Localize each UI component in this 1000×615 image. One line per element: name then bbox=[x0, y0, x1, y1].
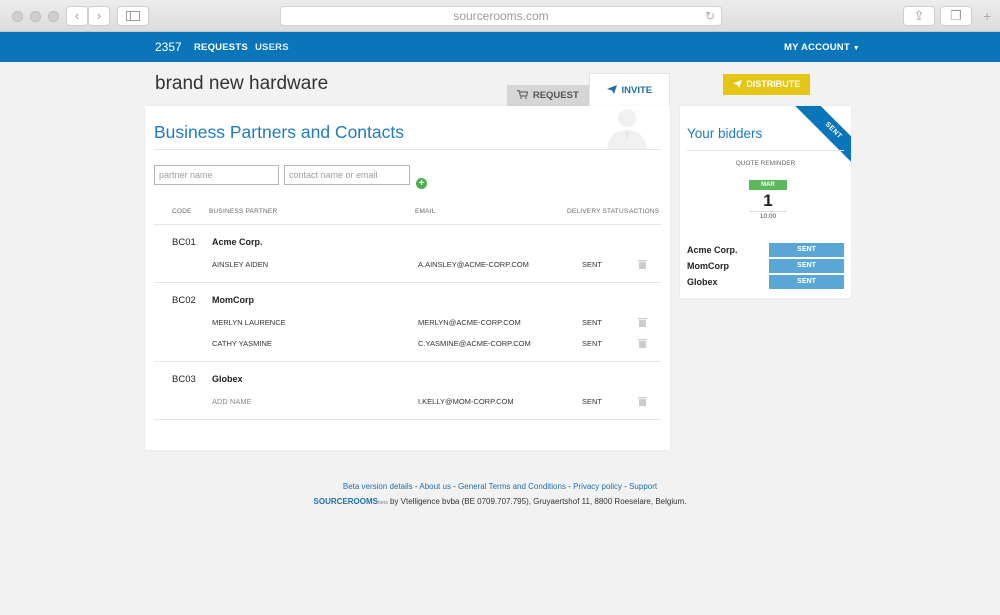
trash-icon[interactable] bbox=[638, 317, 647, 327]
partner-name[interactable]: Globex bbox=[212, 374, 243, 384]
bidders-title: Your bidders bbox=[687, 126, 763, 141]
add-icon[interactable]: + bbox=[416, 178, 427, 189]
trash-icon[interactable] bbox=[638, 396, 647, 406]
back-icon[interactable]: ‹ bbox=[66, 6, 88, 26]
my-account-label: MY ACCOUNT bbox=[784, 42, 850, 53]
tab-invite[interactable]: INVITE bbox=[589, 73, 670, 106]
col-delivery-status: DELIVERY STATUS bbox=[567, 208, 629, 215]
tab-invite-label: INVITE bbox=[621, 85, 653, 96]
footer-link-about[interactable]: About us bbox=[419, 482, 451, 491]
reminder-month[interactable]: MAR bbox=[749, 180, 787, 190]
project-number[interactable]: 2357 bbox=[155, 40, 182, 54]
page-title: brand new hardware bbox=[155, 73, 329, 94]
nav-requests[interactable]: REQUESTS bbox=[194, 42, 248, 53]
divider bbox=[749, 211, 787, 212]
partner-name[interactable]: Acme Corp. bbox=[212, 237, 263, 247]
send-icon bbox=[732, 80, 742, 88]
contact-name[interactable]: AINSLEY AIDEN bbox=[212, 260, 268, 269]
add-contact-name[interactable]: ADD NAME bbox=[212, 397, 252, 406]
bidder-status-button[interactable]: SENT bbox=[769, 243, 844, 257]
url-text: sourcerooms.com bbox=[453, 9, 549, 23]
nav-users[interactable]: USERS bbox=[255, 42, 289, 53]
minimize-window-button[interactable] bbox=[30, 11, 41, 22]
divider bbox=[154, 149, 661, 150]
bidder-name: Acme Corp. bbox=[687, 245, 738, 255]
brand-beta: beta bbox=[378, 500, 388, 506]
partners-card: Business Partners and Contacts + CODE BU… bbox=[145, 106, 670, 450]
bidder-name: MomCorp bbox=[687, 261, 729, 271]
contact-email: I.KELLY@MOM-CORP.COM bbox=[418, 397, 514, 406]
send-icon bbox=[606, 85, 617, 94]
tabs-icon[interactable]: ❐ bbox=[940, 6, 972, 26]
contact-name[interactable]: MERLYN LAURENCE bbox=[212, 318, 286, 327]
delivery-status: SENT bbox=[582, 318, 603, 327]
col-business-partner: BUSINESS PARTNER bbox=[209, 208, 278, 215]
cart-icon bbox=[517, 89, 529, 99]
reminder-time[interactable]: 10:00 bbox=[749, 213, 787, 220]
partner-code: BC01 bbox=[172, 237, 196, 248]
divider bbox=[154, 224, 661, 225]
footer-link-support[interactable]: Support bbox=[629, 482, 657, 491]
contact-name[interactable]: CATHY YASMINE bbox=[212, 339, 272, 348]
contact-email: MERLYN@ACME-CORP.COM bbox=[418, 318, 521, 327]
distribute-label: DISTRIBUTE bbox=[746, 79, 801, 89]
forward-icon[interactable]: › bbox=[88, 6, 110, 26]
partner-name[interactable]: MomCorp bbox=[212, 295, 254, 305]
col-code: CODE bbox=[172, 208, 192, 215]
trash-icon[interactable] bbox=[638, 259, 647, 269]
contact-email: A.AINSLEY@ACME-CORP.COM bbox=[418, 260, 529, 269]
delivery-status: SENT bbox=[582, 397, 603, 406]
share-icon[interactable]: ⇪ bbox=[903, 6, 935, 26]
partners-title: Business Partners and Contacts bbox=[154, 122, 404, 142]
footer-link-privacy[interactable]: Privacy policy bbox=[573, 482, 622, 491]
sidebar-icon[interactable] bbox=[117, 6, 149, 26]
reminder-day[interactable]: 1 bbox=[749, 191, 787, 211]
distribute-button[interactable]: DISTRIBUTE bbox=[723, 74, 810, 95]
bidder-status-button[interactable]: SENT bbox=[769, 275, 844, 289]
delivery-status: SENT bbox=[582, 260, 603, 269]
tab-request[interactable]: REQUEST bbox=[507, 85, 589, 106]
partner-name-input[interactable] bbox=[154, 165, 279, 185]
footer-links: Beta version details - About us - Genera… bbox=[342, 482, 658, 491]
contact-name-input[interactable] bbox=[284, 165, 410, 185]
brand-logo[interactable]: SOURCEROOMS bbox=[314, 497, 378, 506]
url-bar[interactable]: sourcerooms.com ↻ bbox=[280, 6, 722, 26]
trash-icon[interactable] bbox=[638, 338, 647, 348]
browser-toolbar: ‹ › sourcerooms.com ↻ ⇪ ❐ + bbox=[0, 0, 1000, 32]
bidder-status-button[interactable]: SENT bbox=[769, 259, 844, 273]
company-info: by Vtelligence bvba (BE 0709.707.795), G… bbox=[389, 497, 687, 506]
bidders-card: SENT Your bidders QUOTE REMINDER MAR 1 1… bbox=[680, 106, 851, 298]
partner-code: BC03 bbox=[172, 374, 196, 385]
divider bbox=[154, 282, 661, 283]
contact-silhouette-icon bbox=[607, 109, 647, 150]
footer-link-beta[interactable]: Beta version details bbox=[343, 482, 413, 491]
close-window-button[interactable] bbox=[12, 11, 23, 22]
col-email: EMAIL bbox=[415, 208, 436, 215]
reload-icon[interactable]: ↻ bbox=[705, 7, 715, 26]
divider bbox=[154, 419, 661, 420]
quote-reminder-label: QUOTE REMINDER bbox=[735, 160, 796, 167]
app-navbar: 2357 REQUESTS USERS MY ACCOUNT ▼ bbox=[0, 32, 1000, 62]
contact-email: C.YASMINE@ACME-CORP.COM bbox=[418, 339, 531, 348]
zoom-window-button[interactable] bbox=[48, 11, 59, 22]
nav-my-account[interactable]: MY ACCOUNT ▼ bbox=[784, 42, 860, 53]
caret-down-icon: ▼ bbox=[852, 45, 860, 52]
delivery-status: SENT bbox=[582, 339, 603, 348]
tab-request-label: REQUEST bbox=[532, 90, 579, 101]
partner-code: BC02 bbox=[172, 295, 196, 306]
footer-link-terms[interactable]: General Terms and Conditions bbox=[458, 482, 566, 491]
footer-brand: SOURCEROOMSbeta by Vtelligence bvba (BE … bbox=[0, 497, 1000, 506]
new-tab-icon[interactable]: + bbox=[983, 8, 991, 24]
divider bbox=[154, 361, 661, 362]
col-actions: ACTIONS bbox=[629, 208, 660, 215]
divider bbox=[687, 150, 844, 151]
bidder-name: Globex bbox=[687, 277, 718, 287]
